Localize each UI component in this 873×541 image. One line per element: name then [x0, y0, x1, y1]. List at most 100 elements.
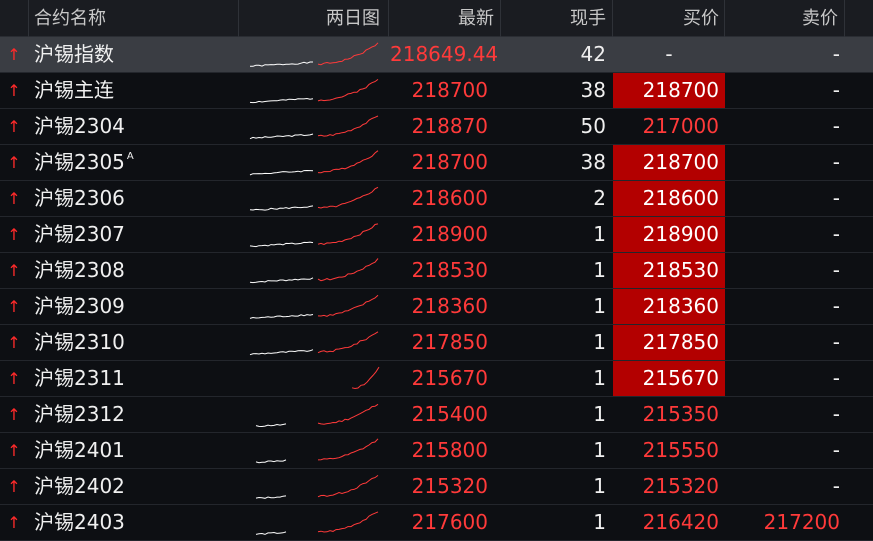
- ask-price[interactable]: -: [726, 145, 840, 180]
- up-arrow-icon: ↑: [7, 45, 21, 64]
- sparkline-previous-day: [249, 97, 314, 104]
- sparkline-today: [317, 223, 379, 246]
- sparkline-previous-day: [249, 314, 314, 319]
- up-arrow-icon: ↑: [7, 333, 21, 352]
- ask-price[interactable]: -: [726, 397, 840, 432]
- two-day-sparkline: [248, 37, 388, 72]
- table-row[interactable]: ↑ 沪锡2311 215670 1 215670-: [0, 361, 873, 397]
- last-volume: 1: [593, 222, 606, 246]
- last-price: 217600: [411, 510, 488, 534]
- bid-price[interactable]: 215550: [613, 433, 725, 468]
- ask-price[interactable]: -: [726, 37, 840, 72]
- sparkline-today: [317, 511, 379, 533]
- contract-name[interactable]: 沪锡2311: [34, 361, 244, 396]
- ask-price[interactable]: -: [726, 181, 840, 216]
- bid-price[interactable]: 218700: [613, 73, 725, 108]
- column-divider[interactable]: [388, 0, 389, 37]
- two-day-sparkline: [248, 505, 388, 540]
- bid-price[interactable]: 217850: [613, 325, 725, 360]
- sparkline-today: [317, 403, 379, 425]
- bid-price[interactable]: -: [613, 37, 725, 72]
- column-header-name[interactable]: 合约名称: [34, 0, 234, 35]
- up-arrow-icon: ↑: [7, 153, 21, 172]
- ask-price[interactable]: -: [726, 73, 840, 108]
- sparkline-today: [317, 438, 379, 461]
- contract-name[interactable]: 沪锡主连: [34, 73, 244, 108]
- bid-price[interactable]: 218360: [613, 289, 725, 324]
- table-row[interactable]: ↑ 沪锡2403 217600 1 216420 217200: [0, 505, 873, 541]
- contract-name[interactable]: 沪锡2312: [34, 397, 244, 432]
- last-volume: 1: [593, 474, 606, 498]
- column-header-sparkline[interactable]: 两日图: [248, 0, 380, 35]
- up-arrow-icon: ↑: [7, 225, 21, 244]
- column-header-volume[interactable]: 现手: [500, 0, 606, 35]
- two-day-sparkline: [248, 181, 388, 216]
- last-volume: 1: [593, 402, 606, 426]
- contract-name[interactable]: 沪锡2403: [34, 505, 244, 540]
- column-header-ask[interactable]: 卖价: [726, 0, 838, 35]
- table-row[interactable]: ↑ 沪锡2310 217850 1 217850-: [0, 325, 873, 361]
- column-header-bid[interactable]: 买价: [613, 0, 719, 35]
- column-divider[interactable]: [238, 0, 239, 37]
- last-price: 218700: [411, 78, 488, 102]
- ask-price[interactable]: -: [726, 109, 840, 144]
- bid-price[interactable]: 216420: [613, 505, 725, 540]
- last-volume: 2: [593, 186, 606, 210]
- contract-name[interactable]: 沪锡2307: [34, 217, 244, 252]
- column-divider[interactable]: [724, 0, 725, 37]
- table-row[interactable]: ↑ 沪锡2304 218870 50 217000-: [0, 109, 873, 145]
- ask-price[interactable]: 217200: [726, 505, 840, 540]
- table-row[interactable]: ↑ 沪锡2402 215320 1 215320-: [0, 469, 873, 505]
- table-row[interactable]: ↑ 沪锡指数 218649.44 42- -: [0, 37, 873, 73]
- up-arrow-icon: ↑: [7, 369, 21, 388]
- contract-name[interactable]: 沪锡2402: [34, 469, 244, 504]
- last-volume: 38: [580, 150, 606, 174]
- bid-price[interactable]: 218700: [613, 145, 725, 180]
- table-row[interactable]: ↑ 沪锡2401 215800 1 215550-: [0, 433, 873, 469]
- bid-price[interactable]: 218600: [613, 181, 725, 216]
- ask-price[interactable]: -: [726, 325, 840, 360]
- column-divider[interactable]: [500, 0, 501, 37]
- sparkline-previous-day: [249, 133, 314, 140]
- column-divider[interactable]: [612, 0, 613, 37]
- ask-price[interactable]: -: [726, 289, 840, 324]
- sparkline-previous-day: [255, 531, 287, 535]
- bid-price[interactable]: 215320: [613, 469, 725, 504]
- ask-price[interactable]: -: [726, 361, 840, 396]
- last-price: 218530: [411, 258, 488, 282]
- bid-price[interactable]: 217000: [613, 109, 725, 144]
- contract-name[interactable]: 沪锡2310: [34, 325, 244, 360]
- up-arrow-icon: ↑: [7, 513, 21, 532]
- ask-price[interactable]: -: [726, 433, 840, 468]
- table-row[interactable]: ↑ 沪锡2309 218360 1 218360-: [0, 289, 873, 325]
- ask-price[interactable]: -: [726, 469, 840, 504]
- table-row[interactable]: ↑ 沪锡2306 218600 2 218600-: [0, 181, 873, 217]
- contract-name[interactable]: 沪锡2304: [34, 109, 244, 144]
- sparkline-today: [317, 258, 379, 282]
- contract-name[interactable]: 沪锡指数: [34, 37, 244, 72]
- bid-price[interactable]: 218530: [613, 253, 725, 288]
- contract-name[interactable]: 沪锡2305 A: [34, 145, 244, 180]
- bid-price[interactable]: 218900: [613, 217, 725, 252]
- table-row[interactable]: ↑ 沪锡2308 218530 1 218530-: [0, 253, 873, 289]
- contract-name[interactable]: 沪锡2306: [34, 181, 244, 216]
- contract-name[interactable]: 沪锡2308: [34, 253, 244, 288]
- contract-flag: A: [126, 151, 134, 162]
- table-row[interactable]: ↑ 沪锡主连 218700 38 218700-: [0, 73, 873, 109]
- two-day-sparkline: [248, 325, 388, 360]
- bid-price[interactable]: 215350: [613, 397, 725, 432]
- column-header-last[interactable]: 最新: [390, 0, 494, 35]
- last-price: 218360: [411, 294, 488, 318]
- table-body: ↑ 沪锡指数 218649.44 42- - ↑ 沪锡主连 218700 38 218700- ↑ 沪…: [0, 37, 873, 541]
- sparkline-today: [317, 42, 379, 66]
- ask-price[interactable]: -: [726, 253, 840, 288]
- column-divider[interactable]: [844, 0, 845, 37]
- column-divider[interactable]: [28, 0, 29, 37]
- table-row[interactable]: ↑ 沪锡2307 218900 1 218900-: [0, 217, 873, 253]
- bid-price[interactable]: 215670: [613, 361, 725, 396]
- ask-price[interactable]: -: [726, 217, 840, 252]
- table-row[interactable]: ↑ 沪锡2305 A 218700 38 218700-: [0, 145, 873, 181]
- contract-name[interactable]: 沪锡2309: [34, 289, 244, 324]
- contract-name[interactable]: 沪锡2401: [34, 433, 244, 468]
- table-row[interactable]: ↑ 沪锡2312 215400 1 215350-: [0, 397, 873, 433]
